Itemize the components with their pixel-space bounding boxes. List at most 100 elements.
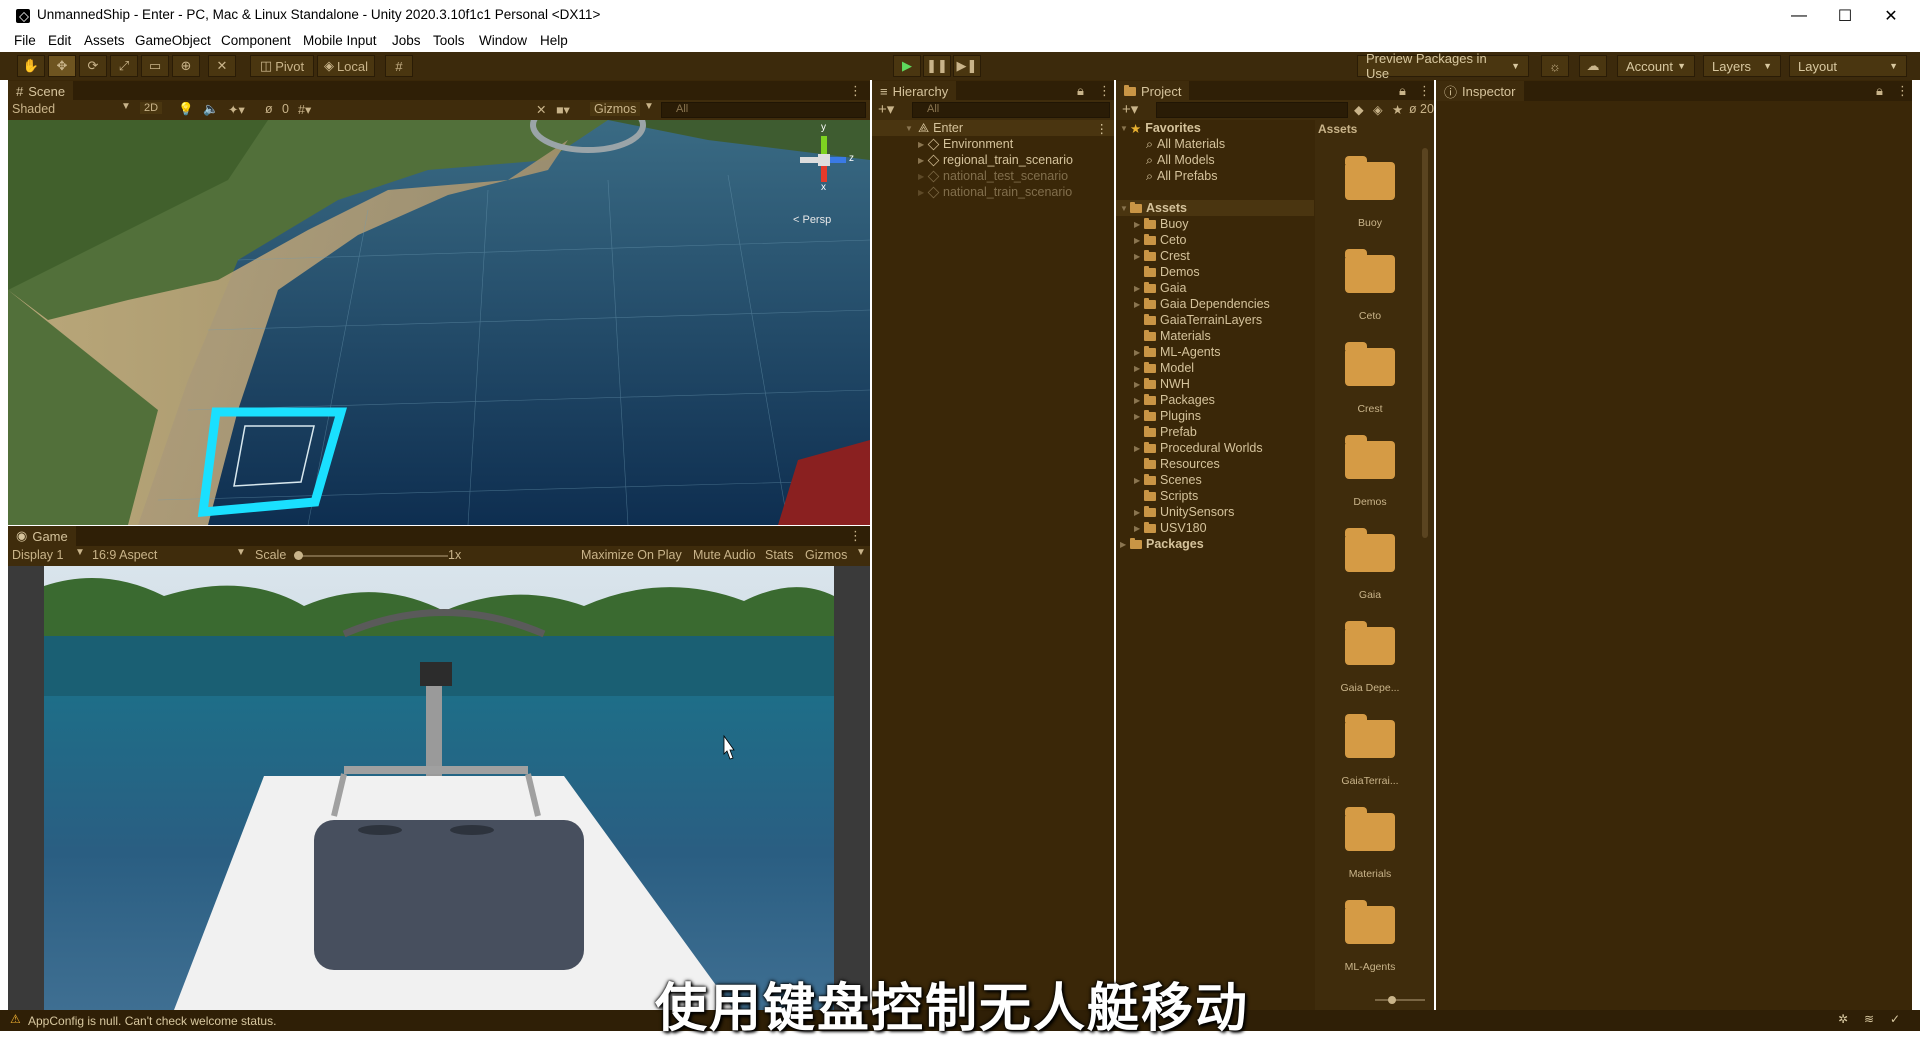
add-icon[interactable]: +▾ <box>878 100 894 118</box>
hidden-objects-icon[interactable]: ø <box>265 102 273 116</box>
folder-icon[interactable] <box>1345 342 1395 386</box>
folder-icon[interactable] <box>1345 435 1395 479</box>
assets-root[interactable]: ▼ Assets <box>1116 200 1314 216</box>
check-circle-icon[interactable]: ✓ <box>1890 1012 1900 1026</box>
favorites-section[interactable]: ▼ ★ Favorites <box>1120 120 1201 136</box>
maximize-on-play-toggle[interactable]: Maximize On Play <box>581 548 682 562</box>
more-options-icon[interactable]: ⋮ <box>849 528 862 544</box>
hidden-packages-icon[interactable]: ø <box>1409 102 1417 116</box>
tab-project[interactable]: Project <box>1116 81 1190 101</box>
asset-folder-item[interactable]: ▶ Ceto <box>1134 232 1186 248</box>
step-button[interactable]: ▶❚ <box>953 55 981 77</box>
stats-toggle[interactable]: Stats <box>765 548 794 562</box>
asset-folder-item[interactable]: ▶ USV180 <box>1134 520 1207 536</box>
play-button[interactable]: ▶ <box>893 55 921 77</box>
asset-folder-item[interactable]: ▶ Packages <box>1134 392 1215 408</box>
close-button[interactable]: ✕ <box>1868 0 1914 32</box>
folder-icon[interactable] <box>1345 156 1395 200</box>
tab-game[interactable]: ◉ Game <box>8 526 76 546</box>
folder-icon[interactable] <box>1345 528 1395 572</box>
grid-snap-icon[interactable]: # <box>385 55 413 77</box>
gizmos-toggle[interactable]: Gizmos <box>805 548 847 562</box>
pause-button[interactable]: ❚❚ <box>923 55 951 77</box>
aspect-dropdown[interactable]: 16:9 Aspect <box>92 548 157 562</box>
scale-tool-icon[interactable]: ⤢ <box>110 55 138 77</box>
rotate-tool-icon[interactable]: ⟳ <box>79 55 107 77</box>
menu-assets[interactable]: Assets <box>84 33 125 48</box>
lock-icon[interactable]: 🔒︎ <box>1876 83 1883 99</box>
asset-folder-item[interactable]: ▶ Crest <box>1134 248 1190 264</box>
favorite-star-icon[interactable]: ★ <box>1392 102 1403 117</box>
asset-folder-item[interactable]: Prefab <box>1134 424 1197 440</box>
camera-icon[interactable]: ■▾ <box>556 102 570 117</box>
cloud-icon[interactable]: ☁ <box>1579 55 1607 77</box>
menu-window[interactable]: Window <box>479 33 527 48</box>
menu-mobile-input[interactable]: Mobile Input <box>303 33 377 48</box>
folder-icon[interactable] <box>1345 807 1395 851</box>
packages-root[interactable]: ▶ Packages <box>1120 536 1204 552</box>
game-viewport[interactable] <box>44 566 834 1010</box>
audio-icon[interactable]: 🔈 <box>203 102 219 117</box>
more-options-icon[interactable]: ⋮ <box>1098 83 1111 99</box>
folder-icon[interactable] <box>1345 900 1395 944</box>
hierarchy-item[interactable]: ▶ regional_train_scenario <box>918 152 1073 168</box>
icon-size-slider[interactable] <box>1375 999 1425 1001</box>
hand-tool-icon[interactable]: ✋ <box>17 55 45 77</box>
status-message[interactable]: AppConfig is null. Can't check welcome s… <box>28 1014 276 1028</box>
preview-packages-dropdown[interactable]: Preview Packages in Use ▼ <box>1357 51 1529 81</box>
scene-viewport[interactable]: y z x < Persp <box>8 120 870 525</box>
asset-folder-item[interactable]: ▶ Model <box>1134 360 1194 376</box>
more-options-icon[interactable]: ⋮ <box>1896 83 1909 99</box>
favorite-item[interactable]: ⌕ All Prefabs <box>1146 168 1217 184</box>
bug-icon[interactable]: ✲ <box>1838 1012 1848 1026</box>
grid-scrollbar[interactable] <box>1422 148 1428 538</box>
favorite-item[interactable]: ⌕ All Materials <box>1146 136 1225 152</box>
transform-tool-icon[interactable]: ⊕ <box>172 55 200 77</box>
scene-search-input[interactable]: All <box>661 102 866 118</box>
progress-icon[interactable]: ≋ <box>1864 1012 1874 1026</box>
hierarchy-search-input[interactable]: All <box>912 102 1110 118</box>
scene-gizmo[interactable]: y z x <box>788 122 858 196</box>
hierarchy-item[interactable]: ▶ Environment <box>918 136 1013 152</box>
services-icon[interactable]: ☼ <box>1541 55 1569 77</box>
asset-folder-item[interactable]: Scripts <box>1134 488 1198 504</box>
hierarchy-item-disabled[interactable]: ▶ national_train_scenario <box>918 184 1072 200</box>
more-options-icon[interactable]: ⋮ <box>1096 121 1109 136</box>
asset-folder-item[interactable]: Demos <box>1134 264 1200 280</box>
scale-slider-handle[interactable] <box>294 551 303 560</box>
asset-folder-item[interactable]: GaiaTerrainLayers <box>1134 312 1262 328</box>
menu-component[interactable]: Component <box>221 33 291 48</box>
search-by-label-icon[interactable]: ◈ <box>1373 102 1383 117</box>
lock-icon[interactable]: 🔒︎ <box>1077 83 1084 99</box>
menu-jobs[interactable]: Jobs <box>392 33 421 48</box>
folder-icon[interactable] <box>1345 249 1395 293</box>
favorite-item[interactable]: ⌕ All Models <box>1146 152 1215 168</box>
layers-dropdown[interactable]: Layers ▼ <box>1703 55 1781 77</box>
asset-folder-item[interactable]: ▶ Scenes <box>1134 472 1202 488</box>
scale-slider[interactable] <box>298 555 448 557</box>
display-dropdown[interactable]: Display 1 <box>12 548 63 562</box>
asset-folder-item[interactable]: ▶ Plugins <box>1134 408 1201 424</box>
move-tool-icon[interactable]: ✥ <box>48 55 76 77</box>
asset-folder-item[interactable]: ▶ ML-Agents <box>1134 344 1220 360</box>
effects-icon[interactable]: ✦▾ <box>228 102 245 117</box>
menu-edit[interactable]: Edit <box>48 33 71 48</box>
rect-tool-icon[interactable]: ▭ <box>141 55 169 77</box>
hierarchy-root-enter[interactable]: ▼ ⟁ Enter ⋮ <box>872 120 1114 136</box>
maximize-button[interactable]: ☐ <box>1822 0 1868 32</box>
tab-inspector[interactable]: ⓘ Inspector <box>1436 81 1524 101</box>
asset-folder-item[interactable]: ▶ UnitySensors <box>1134 504 1234 520</box>
shading-dropdown[interactable]: Shaded <box>12 102 55 116</box>
gizmos-dropdown[interactable]: Gizmos <box>590 102 641 116</box>
asset-folder-item[interactable]: Resources <box>1134 456 1220 472</box>
lock-icon[interactable]: 🔒︎ <box>1399 83 1406 99</box>
more-options-icon[interactable]: ⋮ <box>1418 83 1431 99</box>
mute-audio-toggle[interactable]: Mute Audio <box>693 548 756 562</box>
folder-icon[interactable] <box>1345 714 1395 758</box>
asset-folder-item[interactable]: ▶ NWH <box>1134 376 1190 392</box>
search-by-type-icon[interactable]: ◆ <box>1354 102 1364 117</box>
tools-icon[interactable]: ✕ <box>536 102 546 117</box>
layout-dropdown[interactable]: Layout ▼ <box>1789 55 1907 77</box>
project-search-input[interactable] <box>1156 102 1348 118</box>
local-toggle[interactable]: ◈ Local <box>317 55 375 77</box>
